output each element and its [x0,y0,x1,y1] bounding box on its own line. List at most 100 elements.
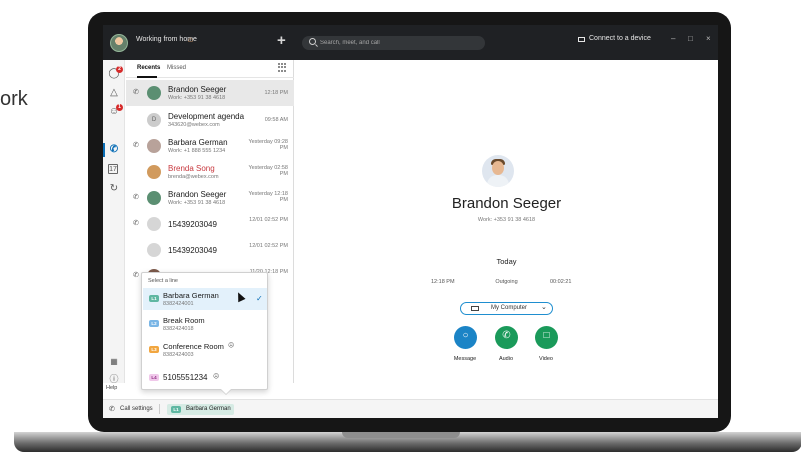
teams-icon[interactable]: △ [108,87,120,99]
video-icon: □ [543,330,550,341]
monitor-icon [471,306,479,311]
contact-name: Brandon Seeger [168,85,227,94]
line-tag-l3: L3 [149,346,159,353]
active-line-selector[interactable]: L1 Barbara German [167,404,234,415]
search-icon [309,38,316,45]
phone-icon: ✆ [133,142,139,149]
line-name: Break Room [163,316,205,325]
divider [159,404,160,414]
line-item-l4[interactable]: L4 5105551234 ☹ [143,369,267,387]
active-tab-underline [137,76,157,78]
audio-button[interactable]: ✆ [495,326,518,349]
contact-name: Barbara German [168,138,228,147]
line-item-l3[interactable]: L3 Conference Room 8382424003 ☹ [143,339,267,361]
video-button[interactable]: □ [535,326,558,349]
recent-call-row[interactable]: 15439203049 12/01 02:52 PM [126,237,294,263]
device-label: My Computer [491,305,528,311]
contact-detail: Work: +353 91 38 4618 [168,95,226,101]
call-settings-icon[interactable]: ✆ [109,405,115,413]
call-settings-bar: ✆ Call settings L1 Barbara German [103,399,718,418]
contact-name: Brandon Seeger [168,190,227,199]
apps-icon[interactable]: ▦ [108,356,120,368]
minimize-button[interactable]: – [671,34,675,43]
call-timestamp: 12/01 02:52 PM [249,217,288,223]
calling-icon[interactable]: ✆ [108,144,120,156]
recent-call-row[interactable]: ✆ 15439203049 12/01 02:52 PM [126,211,294,237]
contact-name: Development agenda [168,112,245,121]
tab-recents[interactable]: Recents [137,65,160,71]
avatar [147,191,161,205]
contact-name: Brenda Song [168,164,215,173]
recent-call-row[interactable]: ✆ Barbara German Work: +1 888 555 1234 Yest… [126,133,294,159]
search-bar[interactable] [302,36,485,50]
call-timestamp: 12:18 PM [264,90,288,96]
call-direction: Outgoing [495,279,518,285]
avatar: D [147,113,161,127]
contact-name: 15439203049 [168,220,217,229]
video-label: Video [539,356,553,362]
recent-call-row[interactable]: ✆ Brandon Seeger Work: +353 91 38 4618 Yest… [126,185,294,211]
tab-missed[interactable]: Missed [167,65,186,71]
contact-detail: Work: +1 888 555 1234 [168,148,226,154]
phone-icon: ✆ [502,330,511,341]
contact-name: Brandon Seeger [451,195,562,212]
dialpad-icon[interactable] [278,63,287,72]
help-icon[interactable]: ⓘ [108,373,120,385]
call-duration: 00:02:21 [550,279,572,285]
call-timestamp: Yesterday 02:58 PM [248,165,288,177]
contact-work-number: Work: +353 91 38 4618 [477,217,536,223]
close-button[interactable]: × [706,34,711,43]
marketing-stage: ork Working from home ⌂ + Connect to a d… [0,0,801,456]
contacts-badge: 1 [116,104,123,111]
line-menu-header: Select a line [148,278,178,284]
call-settings-button[interactable]: Call settings [120,406,153,412]
line-name: 5105551234 [163,373,208,382]
user-avatar[interactable] [110,34,128,52]
contact-name: 15439203049 [168,246,217,255]
line-name: Conference Room [163,342,224,351]
active-line-tag: L1 [171,406,181,413]
checkmark-icon: ✓ [256,294,263,303]
app-window: Working from home ⌂ + Connect to a devic… [103,25,718,418]
chevron-down-icon: ⌄ [541,304,547,311]
contact-detail: Work: +353 91 38 4618 [168,200,226,206]
line-item-l2[interactable]: L2 Break Room 8382424018 [143,313,267,335]
active-line-name: Barbara German [186,406,231,412]
line-number: 8382424018 [163,326,194,332]
home-icon: ⌂ [188,35,193,44]
contact-detail: 343620@webex.com [168,122,220,128]
title-bar: Working from home ⌂ + Connect to a devic… [103,25,718,60]
shared-line-icon: ☹ [213,374,220,380]
avatar [147,139,161,153]
device-selector[interactable]: My Computer ⌄ [460,302,553,315]
message-icon: ○ [462,330,469,341]
maximize-button[interactable]: □ [688,34,693,43]
line-item-l1[interactable]: L1 Barbara German 8382424001 ✓ [143,288,267,310]
recent-call-row[interactable]: Brenda Song brenda@webex.com Yesterday 02:… [126,159,294,185]
call-timestamp: 12/01 02:52 PM [249,243,288,249]
contact-detail: Brandon Seeger Work: +353 91 38 4618 Tod… [295,60,718,399]
call-timestamp: Yesterday 09:28 PM [248,139,288,151]
nav-rail: ◯ 2 △ ☺ 1 ✆ 17 ↻ ▦ ⓘ Help [103,60,125,391]
laptop-notch [342,432,460,438]
recent-call-row[interactable]: ✆ Brandon Seeger Work: +353 91 38 4618 12:1… [126,80,294,106]
recent-call-row[interactable]: D Development agenda 343620@webex.com 09:58… [126,107,294,133]
line-tag-l4: L4 [149,374,159,381]
add-button[interactable]: + [277,32,286,49]
line-number: 8382424001 [163,301,194,307]
message-button[interactable]: ○ [454,326,477,349]
search-input[interactable] [320,37,480,49]
refresh-icon[interactable]: ↻ [108,183,120,195]
calendar-icon[interactable]: 17 [108,164,118,174]
call-timestamp: Yesterday 12:18 PM [248,191,288,203]
line-tag-l2: L2 [149,320,159,327]
connect-to-device-button[interactable]: Connect to a device [589,35,651,42]
contact-avatar [482,155,514,187]
background-text: ork [0,88,28,110]
avatar [147,165,161,179]
avatar [147,243,161,257]
history-date-header: Today [496,257,517,266]
recents-tabs: Recents Missed [126,60,294,78]
message-label: Message [453,356,477,362]
audio-label: Audio [498,356,514,362]
